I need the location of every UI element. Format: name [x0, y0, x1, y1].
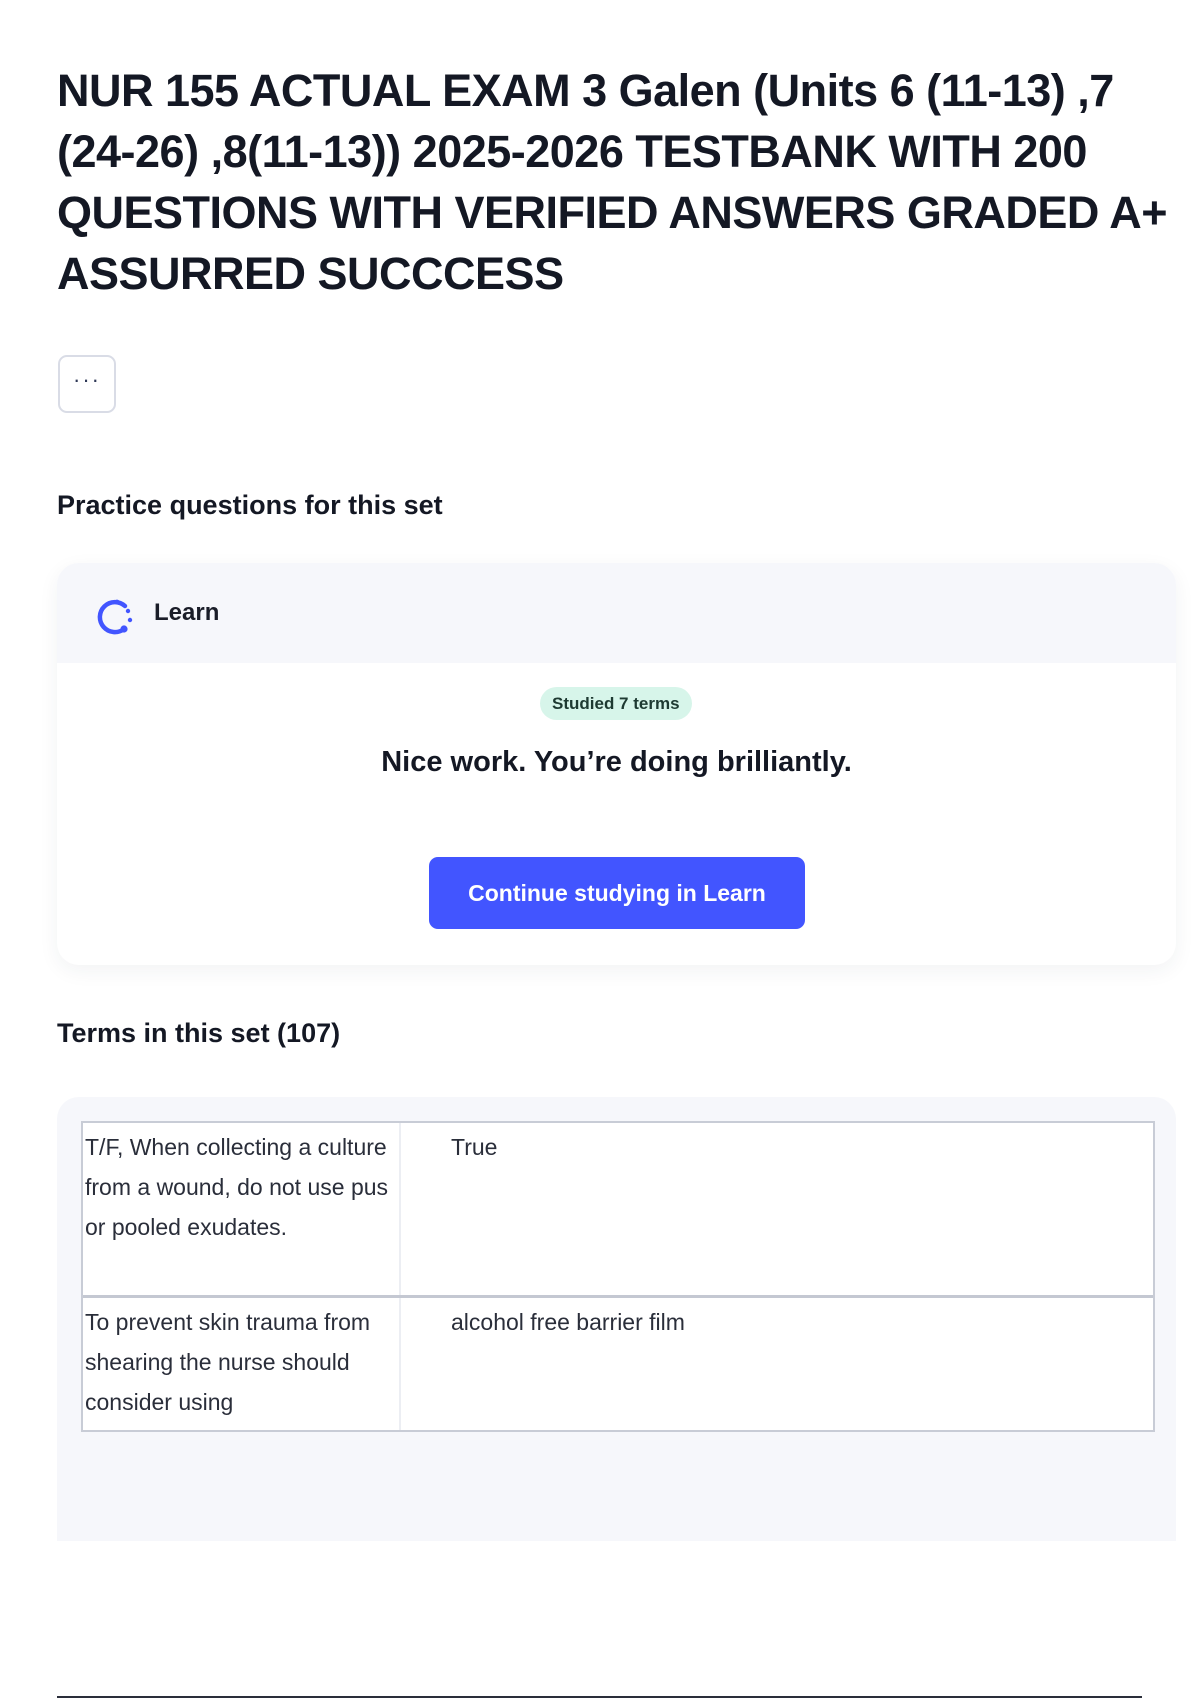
page: NUR 155 ACTUAL EXAM 3 Galen (Units 6 (11…: [0, 0, 1200, 1700]
divider: [57, 1696, 1142, 1698]
definition-text: alcohol free barrier film: [451, 1309, 685, 1335]
terms-list: T/F, When collecting a culture from a wo…: [81, 1121, 1155, 1432]
term-row: To prevent skin trauma from shearing the…: [83, 1295, 1153, 1430]
more-options-button[interactable]: ···: [58, 355, 116, 413]
learn-card-header[interactable]: Learn: [57, 563, 1176, 663]
studied-terms-badge: Studied 7 terms: [540, 687, 692, 720]
more-horizontal-icon: ···: [73, 367, 101, 392]
term-text: To prevent skin trauma from shearing the…: [83, 1298, 401, 1430]
learn-progress-icon: [97, 599, 133, 635]
practice-heading: Practice questions for this set: [57, 490, 443, 520]
definition-text: True: [451, 1134, 498, 1160]
term-row: T/F, When collecting a culture from a wo…: [83, 1123, 1153, 1295]
progress-message: Nice work. You’re doing brilliantly.: [381, 746, 852, 778]
terms-panel: T/F, When collecting a culture from a wo…: [57, 1097, 1176, 1541]
terms-heading: Terms in this set (107): [57, 1018, 341, 1048]
continue-learn-button[interactable]: Continue studying in Learn: [429, 857, 805, 929]
term-text: T/F, When collecting a culture from a wo…: [83, 1123, 401, 1295]
learn-card: Learn Studied 7 terms Nice work. You’re …: [57, 563, 1176, 965]
learn-mode-label: Learn: [154, 599, 220, 626]
page-title: NUR 155 ACTUAL EXAM 3 Galen (Units 6 (11…: [57, 65, 1168, 299]
